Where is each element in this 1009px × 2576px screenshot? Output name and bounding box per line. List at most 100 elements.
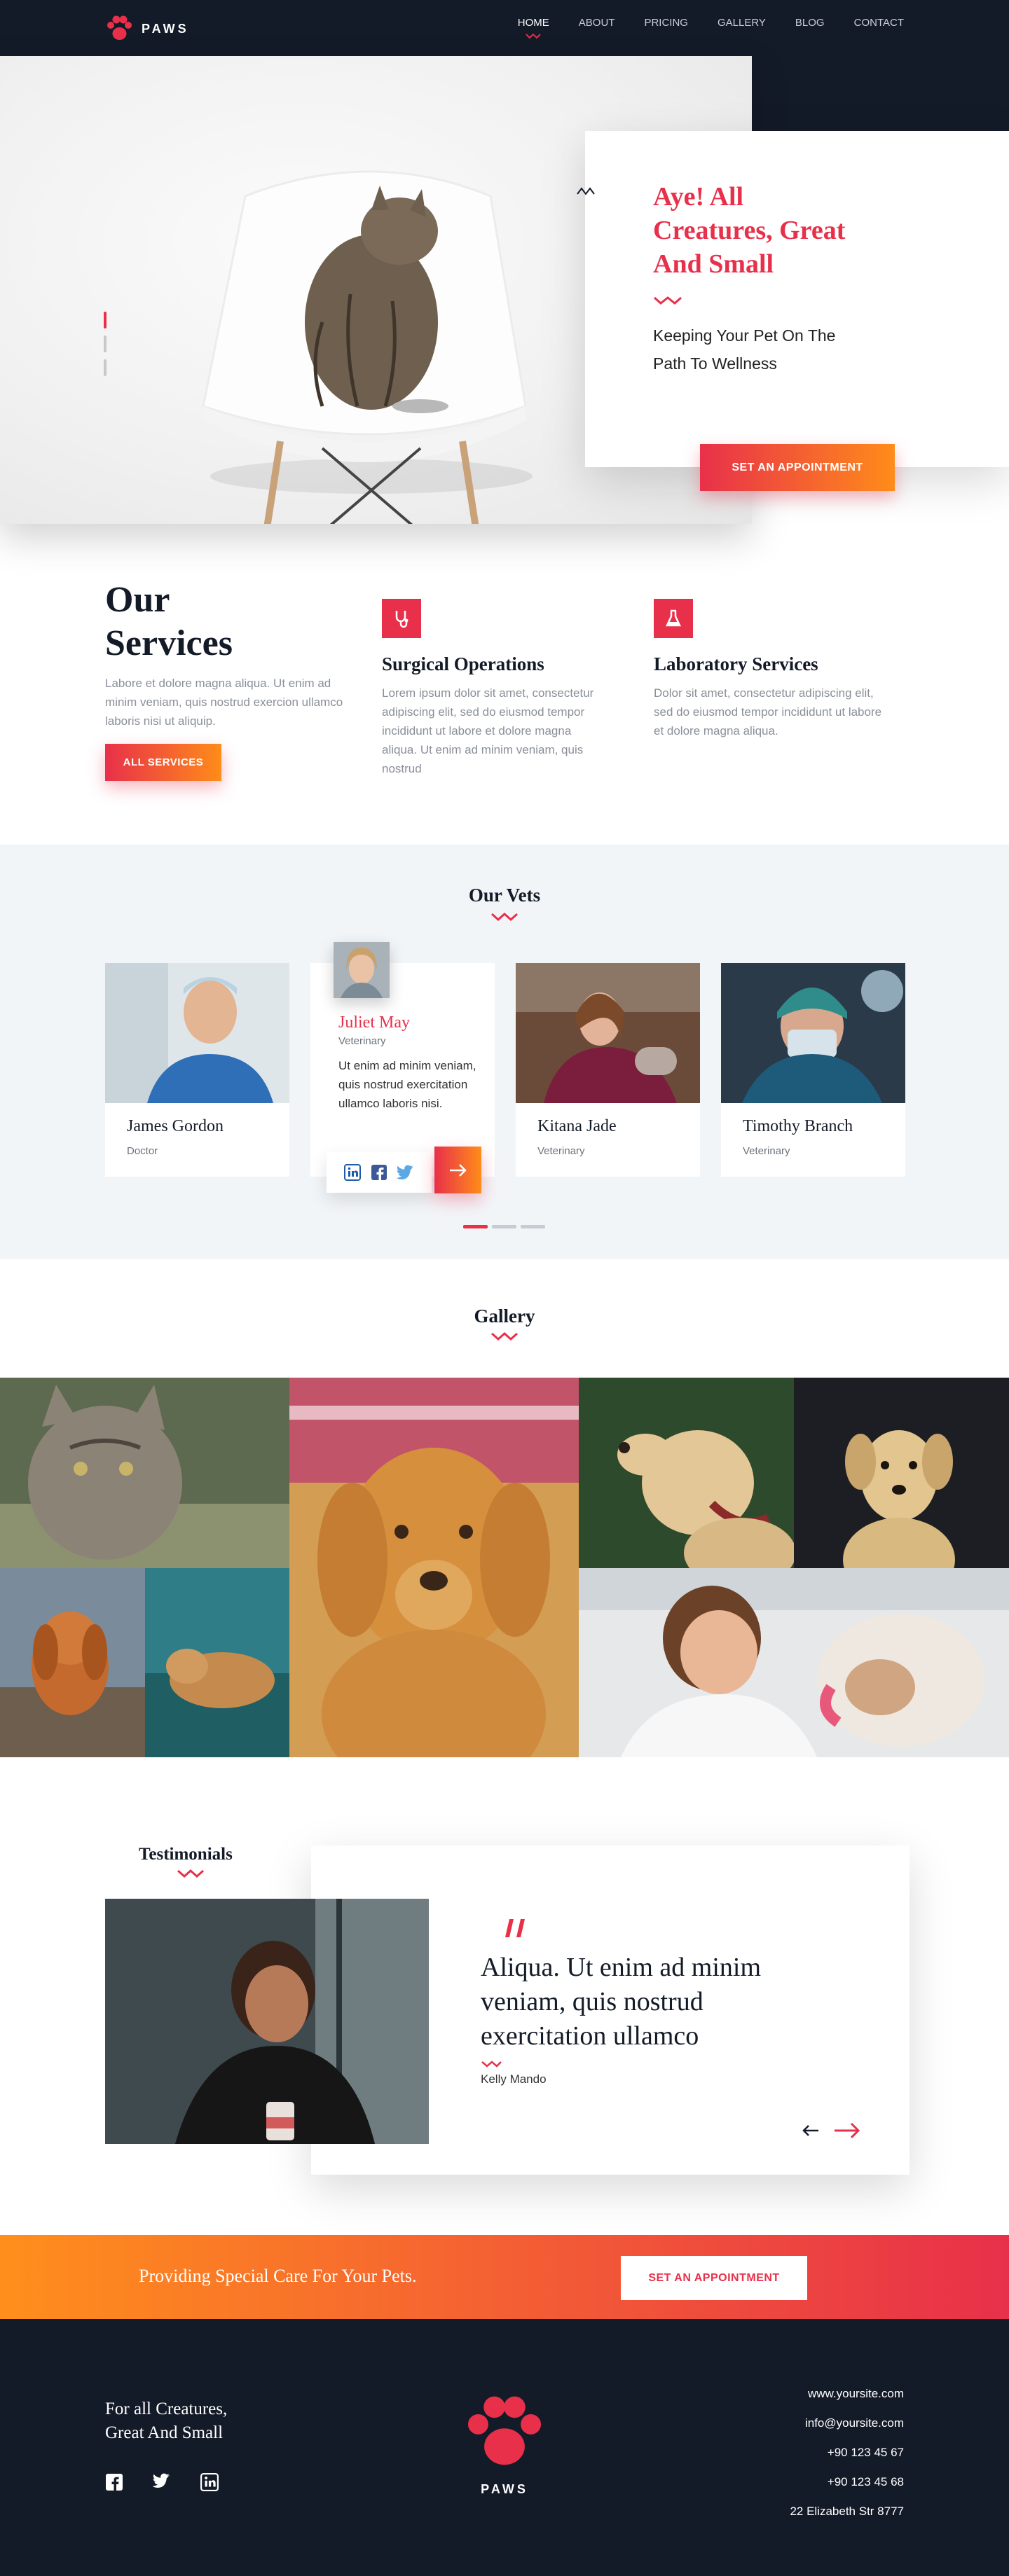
footer-contact: www.yoursite.com info@yoursite.com +90 1… [790, 2379, 904, 2526]
hero-slider-dots[interactable] [104, 312, 107, 376]
gallery-title: Gallery [474, 1306, 535, 1327]
gallery-image-golden-retriever[interactable] [289, 1378, 579, 1757]
vet-role: Veterinary [537, 1145, 585, 1157]
vets-pagination [463, 1225, 545, 1228]
footer-logo[interactable]: PAWS [462, 2396, 547, 2497]
testimonial-photo [105, 1899, 429, 2144]
cta-banner: Providing Special Care For Your Pets. SE… [0, 2235, 1009, 2319]
service-title: Laboratory Services [654, 653, 818, 674]
quote-underline-icon [481, 2061, 502, 2068]
hero-card: Aye! All Creatures, Great And Small Keep… [577, 131, 1009, 491]
quote-mark-icon [505, 1919, 525, 1937]
contact-website[interactable]: www.yoursite.com [790, 2379, 904, 2409]
service-item-laboratory: Laboratory Services Dolor sit amet, cons… [654, 599, 892, 740]
twitter-icon[interactable] [397, 1165, 414, 1180]
section-underline-icon [491, 1332, 518, 1341]
vet-role: Doctor [127, 1145, 158, 1157]
testimonial-author: Kelly Mando [481, 2072, 547, 2086]
contact-email[interactable]: info@yoursite.com [790, 2409, 904, 2438]
page-dot[interactable] [492, 1225, 516, 1228]
vet-card[interactable]: Kitana Jade Veterinary [516, 963, 700, 1177]
vet-name: Timothy Branch [743, 1117, 853, 1135]
gallery-image-puppy-pool[interactable] [145, 1568, 289, 1757]
slider-dot[interactable] [104, 359, 107, 376]
gallery-image-cat[interactable] [0, 1378, 289, 1568]
vet-card[interactable]: Timothy Branch Veterinary [721, 963, 905, 1177]
social-links [327, 1152, 432, 1193]
facebook-icon[interactable] [105, 2473, 123, 2491]
slider-dot[interactable] [104, 335, 107, 352]
nav-label: CONTACT [853, 17, 904, 29]
vet-card-featured[interactable]: Juliet May Veterinary Ut enim ad minim v… [310, 942, 495, 1193]
nav-label: ABOUT [578, 17, 615, 29]
arrow-right-icon [449, 1163, 467, 1177]
footer-tagline: For all Creatures, Great And Small [105, 2400, 228, 2442]
flask-icon [654, 599, 693, 638]
all-services-button[interactable]: ALL SERVICES [105, 744, 221, 781]
vet-name: Kitana Jade [537, 1117, 617, 1135]
nav-link-about[interactable]: ABOUT [579, 17, 615, 39]
facebook-icon[interactable] [371, 1164, 387, 1181]
gallery-image-labrador[interactable] [579, 1378, 794, 1568]
vet-photo [516, 963, 700, 1103]
linkedin-icon[interactable] [344, 1164, 361, 1181]
main-menu: HOME ABOUT PRICING GALLERY BLOG CONTACT [518, 17, 904, 39]
service-title: Surgical Operations [382, 653, 544, 674]
nav-label: BLOG [795, 17, 825, 29]
nav-link-home[interactable]: HOME [518, 17, 549, 39]
nav-link-gallery[interactable]: GALLERY [718, 17, 766, 39]
nav-label: HOME [517, 17, 549, 29]
vet-photo [105, 963, 289, 1103]
services-title: Our Services [105, 580, 233, 663]
nav-label: PRICING [644, 17, 688, 29]
vet-featured-name: Juliet May [338, 1013, 410, 1032]
vet-featured-bio: Ut enim ad minim veniam, quis nostrud ex… [338, 1059, 476, 1110]
vet-avatar [334, 942, 390, 998]
twitter-icon[interactable] [153, 2473, 171, 2488]
paw-logo-icon [107, 15, 132, 40]
testimonial-quote: Aliqua. Ut enim ad minim veniam, quis no… [481, 1953, 762, 2051]
linkedin-icon[interactable] [200, 2473, 219, 2491]
title-underline-icon [654, 296, 682, 305]
gallery-image-woman-husky[interactable] [579, 1568, 1009, 1757]
nav-link-pricing[interactable]: PRICING [644, 17, 688, 39]
nav-link-blog[interactable]: BLOG [795, 17, 825, 39]
services-intro: Labore et dolore magna aliqua. Ut enim a… [105, 677, 343, 728]
cat-on-chair-illustration [202, 170, 533, 524]
cta-text: Providing Special Care For Your Pets. [139, 2266, 417, 2286]
set-appointment-button[interactable]: SET AN APPOINTMENT [700, 444, 895, 491]
prev-arrow-icon[interactable] [802, 2123, 820, 2138]
squiggle-decoration-icon [577, 187, 595, 195]
gallery-image-lab-portrait[interactable] [794, 1378, 1009, 1568]
section-underline-icon [177, 1869, 204, 1878]
gallery-image-spaniel[interactable] [0, 1568, 145, 1757]
section-underline-icon [491, 913, 518, 921]
stethoscope-icon [382, 599, 421, 638]
hero-title: Aye! All Creatures, Great And Small [653, 182, 846, 279]
service-text: Dolor sit amet, consectetur adipiscing e… [654, 686, 882, 738]
vet-photo [721, 963, 905, 1103]
nav-link-contact[interactable]: CONTACT [854, 17, 904, 39]
vet-next-arrow-button[interactable] [434, 1147, 481, 1193]
active-indicator-icon [526, 34, 541, 39]
vet-card[interactable]: James Gordon Doctor [105, 963, 289, 1177]
contact-address: 22 Elizabeth Str 8777 [790, 2505, 904, 2518]
cta-appointment-button[interactable]: SET AN APPOINTMENT [621, 2256, 807, 2300]
brand-logo[interactable]: PAWS [105, 15, 189, 42]
vet-name: James Gordon [127, 1117, 224, 1135]
contact-phone[interactable]: +90 123 45 67 [790, 2438, 904, 2467]
vet-role: Veterinary [743, 1145, 790, 1157]
contact-phone[interactable]: +90 123 45 68 [790, 2467, 904, 2497]
testimonials-title: Testimonials [139, 1845, 233, 1864]
page-dot[interactable] [521, 1225, 545, 1228]
next-arrow-icon[interactable] [833, 2121, 861, 2140]
top-navbar: PAWS HOME ABOUT PRICING GALLERY BLOG CON… [0, 0, 1009, 56]
hero-subtitle: Keeping Your Pet On The Path To Wellness [653, 326, 836, 373]
service-item-surgical: Surgical Operations Lorem ipsum dolor si… [382, 599, 599, 778]
slider-dot-active[interactable] [104, 312, 107, 328]
page-dot-active[interactable] [463, 1225, 488, 1228]
brand-name: PAWS [142, 21, 189, 36]
footer-brand-name: PAWS [481, 2482, 528, 2496]
paw-logo-icon [468, 2396, 541, 2465]
footer: For all Creatures, Great And Small PAWS … [0, 2319, 1009, 2576]
